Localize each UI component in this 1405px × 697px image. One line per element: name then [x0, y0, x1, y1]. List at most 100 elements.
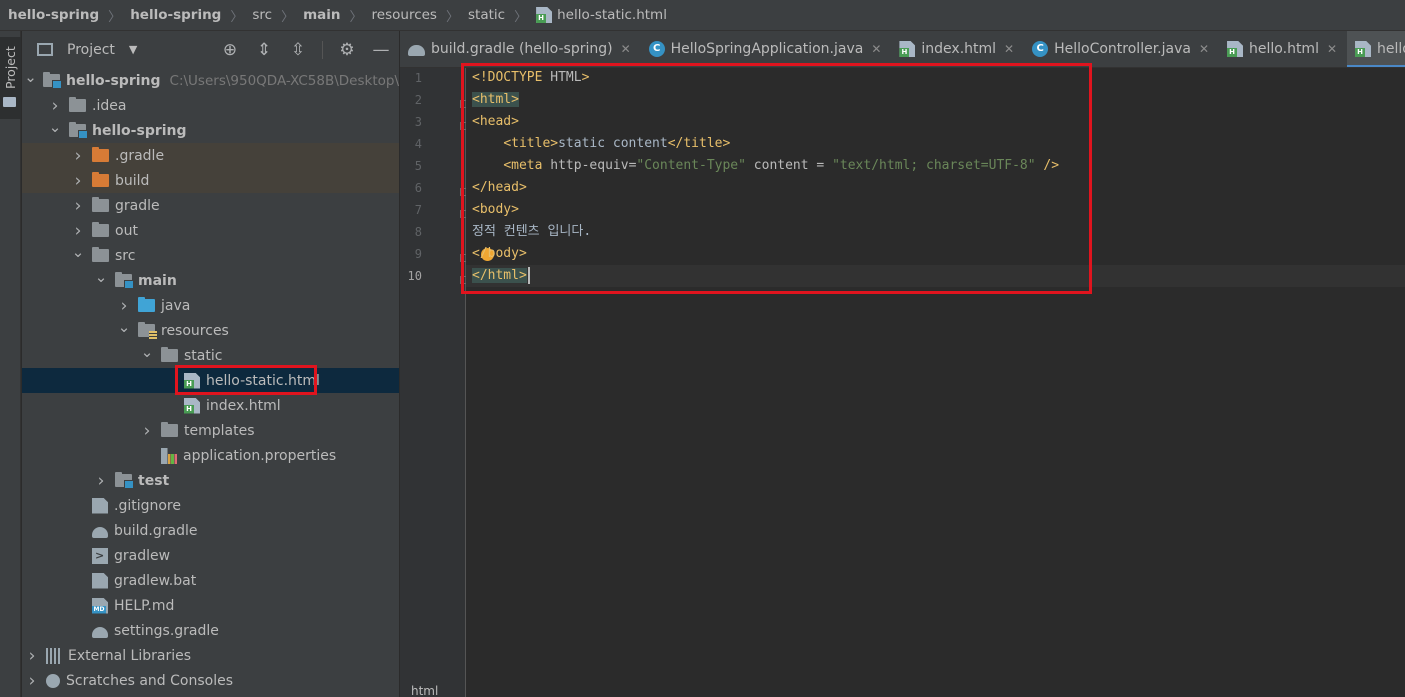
breadcrumb-item[interactable]: hello-spring	[130, 7, 221, 23]
tree-item[interactable]: › Scratches and Consoles	[22, 668, 399, 693]
breadcrumb-label: static	[468, 7, 506, 23]
tree-item-label: index.html	[206, 397, 281, 414]
close-icon[interactable]: ✕	[1327, 42, 1337, 56]
tree-item[interactable]: › gradle	[22, 193, 399, 218]
tree-item[interactable]: › .gradle	[22, 143, 399, 168]
chevron-right-icon[interactable]: ›	[93, 471, 109, 491]
tree-item[interactable]: ›index.html	[22, 393, 399, 418]
tree-item[interactable]: ›hello-static.html	[22, 368, 399, 393]
editor-tab[interactable]: HelloController.java ✕	[1024, 31, 1219, 67]
project-tree: ⌄ hello-spring C:\Users\950QDA-XC58B\Deskt…	[22, 68, 399, 693]
tree-item-label: templates	[184, 422, 255, 439]
breadcrumb-item[interactable]: src	[252, 7, 272, 23]
breadcrumb-item[interactable]: resources	[372, 7, 437, 23]
tree-item[interactable]: ›gradlew	[22, 543, 399, 568]
tree-item-label: src	[115, 247, 136, 264]
tree-item-label: build	[115, 172, 150, 189]
tree-item[interactable]: ›gradlew.bat	[22, 568, 399, 593]
code-token: >	[581, 70, 590, 85]
gear-icon[interactable]: ⚙	[337, 40, 357, 60]
code-token: <title>	[503, 136, 559, 151]
close-icon[interactable]: ✕	[871, 42, 881, 56]
locate-icon[interactable]: ⊕	[220, 40, 240, 60]
tree-item[interactable]: ›.gitignore	[22, 493, 399, 518]
tree-item[interactable]: › templates	[22, 418, 399, 443]
chevron-down-icon[interactable]: ⌄	[139, 343, 155, 361]
status-breadcrumb: html	[411, 684, 439, 697]
project-tool-label: Project	[3, 46, 18, 89]
chevron-down-icon[interactable]: ⌄	[93, 268, 109, 286]
code-token: http-equiv	[550, 158, 629, 173]
tree-item[interactable]: › out	[22, 218, 399, 243]
close-icon[interactable]: ✕	[1199, 42, 1209, 56]
tree-item-label: resources	[161, 322, 229, 339]
tree-item-label: Scratches and Consoles	[66, 672, 233, 689]
tree-item[interactable]: ⌄ src	[22, 243, 399, 268]
tree-item[interactable]: ⌄ static	[22, 343, 399, 368]
tree-item[interactable]: › build	[22, 168, 399, 193]
panel-toolbar: ⊕ ⇕ ⇳ ⚙ —	[220, 40, 391, 60]
tree-item[interactable]: › External Libraries	[22, 643, 399, 668]
chevron-right-icon[interactable]: ›	[116, 296, 132, 316]
project-tool-tab[interactable]: Project	[0, 37, 21, 119]
tree-item[interactable]: ⌄ main	[22, 268, 399, 293]
breadcrumb-item[interactable]: hello-spring	[8, 7, 99, 23]
tree-item[interactable]: ›build.gradle	[22, 518, 399, 543]
breadcrumb-item[interactable]: hello-static.html	[536, 7, 667, 23]
chevron-down-icon[interactable]: ⌄	[47, 118, 63, 136]
chevron-right-icon[interactable]: ›	[70, 171, 86, 191]
editor-gutter: 1 2 3 4 5 6 7 8 9 10	[400, 68, 467, 697]
line-number: 2	[414, 93, 422, 107]
chevron-right-icon[interactable]: ›	[70, 146, 86, 166]
close-icon[interactable]: ✕	[1004, 42, 1014, 56]
chevron-down-icon[interactable]: ⌄	[116, 318, 132, 336]
tree-item[interactable]: › .idea	[22, 93, 399, 118]
folder-icon	[161, 347, 178, 362]
code-line: <body>	[472, 199, 519, 221]
chevron-right-icon[interactable]: ›	[24, 671, 40, 691]
editor-tab[interactable]: hello.html ✕	[1219, 31, 1347, 67]
tree-item[interactable]: ›HELP.md	[22, 593, 399, 618]
module-folder-icon	[42, 72, 62, 89]
chevron-right-icon[interactable]: ›	[70, 196, 86, 216]
code-line: </head>	[472, 177, 527, 199]
editor-tab-bar: build.gradle (hello-spring)✕HelloSpringA…	[400, 31, 1405, 68]
tree-item-label: HELP.md	[114, 597, 175, 614]
chevron-right-icon[interactable]: ›	[139, 421, 155, 441]
tree-item[interactable]: ⌄ resources	[22, 318, 399, 343]
code-editor[interactable]: <!DOCTYPE HTML> <html> <head> <title>stati…	[466, 68, 1405, 697]
editor-tab[interactable]: build.gradle (hello-spring) ✕	[400, 31, 641, 67]
code-token: />	[1035, 158, 1060, 173]
resources-folder-icon	[138, 322, 157, 339]
expand-all-icon[interactable]: ⇕	[254, 40, 274, 60]
folder-icon	[92, 197, 109, 212]
breadcrumb-item[interactable]: main	[303, 7, 340, 23]
chevron-right-icon[interactable]: ›	[47, 96, 63, 116]
chevron-down-icon[interactable]: ⌄	[24, 68, 37, 86]
editor-tab[interactable]: index.html ✕	[891, 31, 1024, 67]
editor-tab[interactable]: HelloSpringApplication.java ✕	[641, 31, 892, 67]
tree-item[interactable]: ⌄ hello-spring	[22, 118, 399, 143]
tree-item[interactable]: › test	[22, 468, 399, 493]
tree-item[interactable]: ›application.properties	[22, 443, 399, 468]
chevron-right-icon[interactable]: ›	[70, 221, 86, 241]
collapse-all-icon[interactable]: ⇳	[288, 40, 308, 60]
chevron-down-icon[interactable]: ▼	[129, 43, 137, 56]
tree-item[interactable]: ⌄ hello-spring C:\Users\950QDA-XC58B\Deskt…	[22, 68, 399, 93]
breadcrumb-label: hello-static.html	[557, 7, 667, 23]
minimize-icon[interactable]: —	[371, 40, 391, 60]
chevron-down-icon[interactable]: ⌄	[70, 243, 86, 261]
editor-tab[interactable]: hello-static.html✕	[1347, 31, 1405, 67]
breadcrumb-item[interactable]: static	[468, 7, 505, 23]
line-number: 3	[414, 115, 422, 129]
gradle-file-icon	[408, 45, 425, 56]
project-view-title[interactable]: Project	[67, 42, 115, 58]
chevron-right-icon[interactable]: ›	[24, 646, 40, 666]
folder-icon	[92, 247, 109, 262]
html-file-icon	[184, 372, 200, 389]
folder-icon	[69, 97, 86, 112]
tree-item[interactable]: › java	[22, 293, 399, 318]
close-icon[interactable]: ✕	[621, 42, 631, 56]
tree-item[interactable]: ›settings.gradle	[22, 618, 399, 643]
tree-item-label: .gitignore	[114, 497, 181, 514]
